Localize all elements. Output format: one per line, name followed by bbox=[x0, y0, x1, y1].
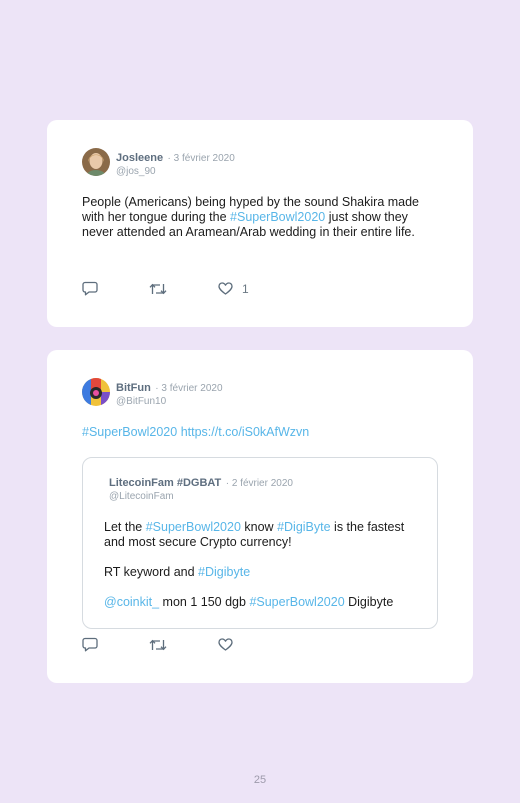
quoted-tweet-text: Let the #SuperBowl2020 know #DigiByte is… bbox=[104, 520, 424, 625]
author-handle[interactable]: @BitFun10 bbox=[116, 395, 223, 408]
tweet-header: BitFun · 3 février 2020 @BitFun10 bbox=[82, 378, 223, 408]
author-name[interactable]: BitFun bbox=[116, 382, 151, 394]
like-count: 1 bbox=[242, 281, 249, 296]
tweet-date: · 3 février 2020 bbox=[155, 383, 223, 394]
tweet-text: People (Americans) being hyped by the so… bbox=[82, 195, 422, 240]
text-segment: know bbox=[240, 520, 278, 534]
retweet-icon bbox=[149, 639, 167, 650]
tweet-header: Josleene · 3 février 2020 @jos_90 bbox=[82, 148, 235, 178]
quoted-tweet-date: · 2 février 2020 bbox=[225, 478, 293, 489]
reply-icon bbox=[82, 637, 98, 652]
hashtag-link[interactable]: #DigiByte bbox=[277, 520, 331, 534]
retweet-icon bbox=[149, 283, 167, 294]
text-segment: Digibyte bbox=[344, 595, 394, 609]
author-handle[interactable]: @jos_90 bbox=[116, 165, 235, 178]
reply-button[interactable] bbox=[82, 281, 98, 296]
tweet-card: Josleene · 3 février 2020 @jos_90 People… bbox=[47, 120, 473, 327]
tweet-date: · 3 février 2020 bbox=[167, 153, 235, 164]
hashtag-link[interactable]: #Digibyte bbox=[198, 565, 250, 579]
author-name[interactable]: Josleene bbox=[116, 152, 163, 164]
tweet-actions: 1 bbox=[82, 281, 300, 296]
quoted-paragraph: RT keyword and #Digibyte bbox=[104, 565, 424, 580]
tweet-actions bbox=[82, 637, 284, 652]
quoted-paragraph: @coinkit_ mon 1 150 dgb #SuperBowl2020 D… bbox=[104, 595, 424, 610]
page-number: 25 bbox=[253, 774, 267, 786]
quoted-tweet-header: LitecoinFam #DGBAT · 2 février 2020 @Lit… bbox=[109, 475, 293, 503]
text-segment: mon 1 150 dgb bbox=[159, 595, 250, 609]
tweet-text: #SuperBowl2020 https://t.co/iS0kAfWzvn bbox=[82, 425, 309, 440]
reply-icon bbox=[82, 281, 98, 296]
retweet-button[interactable] bbox=[149, 282, 167, 296]
quoted-tweet[interactable]: LitecoinFam #DGBAT · 2 février 2020 @Lit… bbox=[82, 457, 438, 629]
hashtag-link[interactable]: #SuperBowl2020 bbox=[146, 520, 241, 534]
reply-button[interactable] bbox=[82, 637, 98, 652]
hashtag-link[interactable]: #SuperBowl2020 bbox=[249, 595, 344, 609]
text-segment: RT keyword and bbox=[104, 565, 199, 579]
quoted-paragraph: Let the #SuperBowl2020 know #DigiByte is… bbox=[104, 520, 424, 550]
quoted-author-name[interactable]: LitecoinFam #DGBAT bbox=[109, 477, 221, 489]
like-button[interactable] bbox=[218, 638, 233, 651]
avatar[interactable] bbox=[82, 148, 110, 176]
tweet-card: BitFun · 3 février 2020 @BitFun10 #Super… bbox=[47, 350, 473, 683]
text-segment: Let the bbox=[104, 520, 146, 534]
mention-link[interactable]: @coinkit_ bbox=[104, 595, 159, 609]
hashtag-link[interactable]: #SuperBowl2020 bbox=[82, 425, 177, 439]
quoted-author-handle[interactable]: @LitecoinFam bbox=[109, 490, 293, 503]
hashtag-link[interactable]: #SuperBowl2020 bbox=[230, 210, 325, 224]
retweet-button[interactable] bbox=[149, 638, 167, 652]
like-icon bbox=[218, 638, 233, 651]
avatar[interactable] bbox=[82, 378, 110, 406]
like-button[interactable]: 1 bbox=[218, 282, 249, 296]
like-icon bbox=[218, 282, 233, 295]
url-link[interactable]: https://t.co/iS0kAfWzvn bbox=[181, 425, 310, 439]
